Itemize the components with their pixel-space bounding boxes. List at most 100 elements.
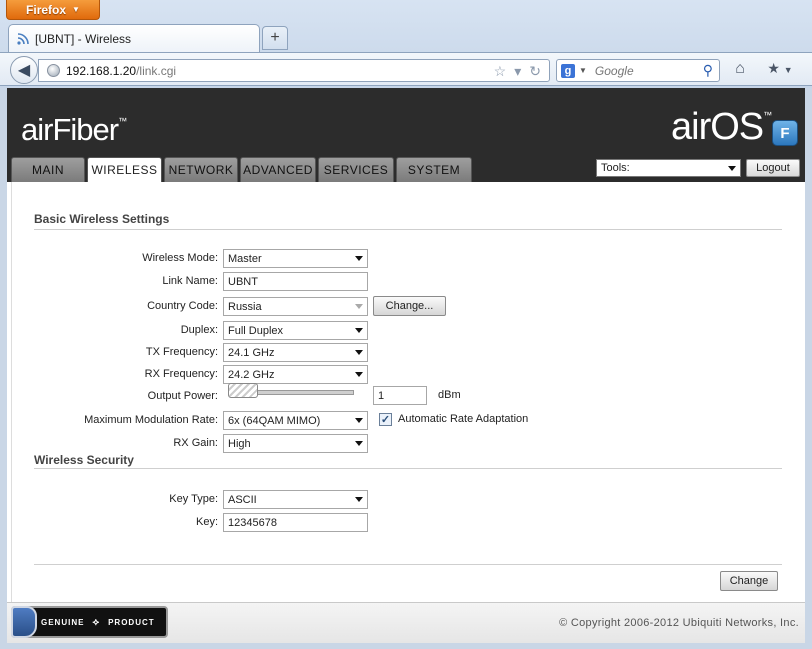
trademark-icon: ™: [118, 116, 127, 126]
airfiber-logo: airFiber™: [21, 112, 127, 148]
genuine-label: GENUINE: [41, 617, 85, 627]
rx-gain-select[interactable]: High: [223, 434, 368, 453]
star-icon[interactable]: ☆: [494, 63, 507, 80]
chevron-down-icon: [728, 166, 736, 171]
country-code-select[interactable]: Russia: [223, 297, 368, 316]
wireless-mode-label: Wireless Mode:: [142, 252, 218, 264]
checkmark-icon: ✓: [380, 414, 391, 426]
output-power-input[interactable]: 1: [373, 386, 427, 405]
tab-wireless[interactable]: WIRELESS: [87, 157, 162, 182]
reload-icon[interactable]: ↻: [529, 63, 541, 80]
section-divider: [34, 564, 782, 565]
firefox-menu-label: Firefox: [26, 2, 67, 17]
chevron-down-icon: [355, 418, 363, 423]
rx-frequency-label: RX Frequency:: [144, 368, 218, 380]
arrow-left-icon: ◀: [17, 62, 31, 79]
browser-tab[interactable]: [UBNT] - Wireless: [8, 24, 260, 52]
url-path: /link.cgi: [136, 63, 177, 78]
chevron-down-icon[interactable]: ▾: [514, 63, 521, 80]
magnifier-icon[interactable]: ⚲: [703, 62, 713, 79]
chevron-down-icon: ▼: [783, 65, 793, 75]
country-code-label: Country Code:: [147, 300, 218, 312]
tab-services[interactable]: SERVICES: [318, 157, 394, 182]
new-tab-button[interactable]: +: [262, 26, 288, 50]
back-button[interactable]: ◀: [10, 56, 38, 84]
page-header: airFiber™ airOS™ F MAIN WIRELESS NETWORK…: [7, 88, 805, 182]
basic-settings-title: Basic Wireless Settings: [34, 212, 170, 226]
tab-main[interactable]: MAIN: [11, 157, 85, 182]
airos-logo-text: airOS: [671, 106, 764, 148]
tab-system[interactable]: SYSTEM: [396, 157, 472, 182]
ubiquiti-logo-icon: ⟡: [92, 616, 101, 628]
tools-select[interactable]: Tools:: [596, 159, 741, 177]
chevron-down-icon: [355, 441, 363, 446]
firefox-menu-button[interactable]: Firefox ▼: [6, 0, 100, 20]
change-country-button[interactable]: Change...: [373, 296, 446, 316]
airos-logo: airOS™: [671, 106, 772, 149]
rx-frequency-value: 24.2 GHz: [228, 368, 275, 381]
output-power-slider-handle[interactable]: [228, 383, 258, 398]
bookmark-star-icon: ★: [767, 60, 780, 76]
wireless-mode-select[interactable]: Master: [223, 249, 368, 268]
section-divider: [34, 468, 782, 469]
key-type-select[interactable]: ASCII: [223, 490, 368, 509]
airfiber-logo-text: airFiber: [21, 112, 119, 147]
duplex-value: Full Duplex: [228, 324, 284, 337]
key-input[interactable]: 12345678: [223, 513, 368, 532]
duplex-label: Duplex:: [180, 324, 218, 336]
chevron-down-icon: [355, 350, 363, 355]
genuine-product-badge: GENUINE ⟡ PRODUCT: [11, 606, 168, 638]
chevron-down-icon: [355, 328, 363, 333]
home-icon[interactable]: ⌂: [730, 60, 750, 80]
tx-frequency-select[interactable]: 24.1 GHz: [223, 343, 368, 362]
link-name-label: Link Name:: [162, 275, 218, 287]
page-content: airFiber™ airOS™ F MAIN WIRELESS NETWORK…: [7, 88, 805, 643]
key-type-value: ASCII: [228, 493, 257, 506]
tab-advanced[interactable]: ADVANCED: [240, 157, 316, 182]
link-name-input[interactable]: UBNT: [223, 272, 368, 291]
search-bar[interactable]: g ▼ Google ⚲: [556, 59, 720, 82]
bookmarks-button[interactable]: ★ ▼: [760, 60, 800, 80]
key-type-label: Key Type:: [169, 493, 218, 505]
country-code-value: Russia: [228, 300, 262, 313]
url-host: 192.168.1.20: [66, 63, 137, 78]
airos-f-badge-icon: F: [772, 120, 798, 146]
key-label: Key:: [195, 516, 218, 528]
globe-icon: [47, 64, 60, 77]
max-modulation-label: Maximum Modulation Rate:: [84, 414, 218, 426]
rx-frequency-select[interactable]: 24.2 GHz: [223, 365, 368, 384]
duplex-select[interactable]: Full Duplex: [223, 321, 368, 340]
rx-gain-label: RX Gain:: [173, 437, 218, 449]
tx-frequency-value: 24.1 GHz: [228, 346, 275, 359]
output-power-unit: dBm: [438, 389, 461, 401]
search-placeholder: Google: [594, 63, 634, 78]
copyright-text: © Copyright 2006-2012 Ubiquiti Networks,…: [559, 617, 799, 629]
wireless-mode-value: Master: [228, 252, 262, 265]
change-button[interactable]: Change: [720, 571, 778, 591]
max-modulation-value: 6x (64QAM MIMO): [228, 414, 321, 427]
tools-label: Tools:: [601, 162, 630, 174]
lock-shield-icon: [11, 606, 37, 638]
chevron-down-icon[interactable]: ▼: [579, 66, 587, 75]
browser-chrome: Firefox ▼ [UBNT] - Wireless + ◀ 192.168.…: [0, 0, 812, 88]
wireless-security-title: Wireless Security: [34, 453, 134, 467]
logout-button[interactable]: Logout: [746, 159, 800, 177]
section-divider: [34, 229, 782, 230]
link-name-value: UBNT: [228, 275, 258, 288]
chevron-down-icon: ▼: [72, 5, 80, 14]
output-power-value: 1: [378, 389, 385, 402]
output-power-label: Output Power:: [147, 390, 218, 402]
settings-panel: Basic Wireless Settings Wireless Mode: M…: [11, 182, 801, 602]
main-tabs: MAIN WIRELESS NETWORK ADVANCED SERVICES …: [11, 157, 472, 182]
max-modulation-select[interactable]: 6x (64QAM MIMO): [223, 411, 368, 430]
chevron-down-icon: [355, 497, 363, 502]
tab-network[interactable]: NETWORK: [164, 157, 238, 182]
auto-rate-checkbox[interactable]: ✓: [379, 413, 392, 426]
auto-rate-label: Automatic Rate Adaptation: [398, 413, 529, 425]
google-icon[interactable]: g: [561, 63, 575, 78]
key-value: 12345678: [228, 516, 277, 529]
chevron-down-icon: [355, 304, 363, 309]
tab-title: [UBNT] - Wireless: [35, 31, 131, 46]
chevron-down-icon: [355, 372, 363, 377]
address-bar[interactable]: 192.168.1.20 /link.cgi ☆ ▾ ↻: [38, 59, 550, 82]
